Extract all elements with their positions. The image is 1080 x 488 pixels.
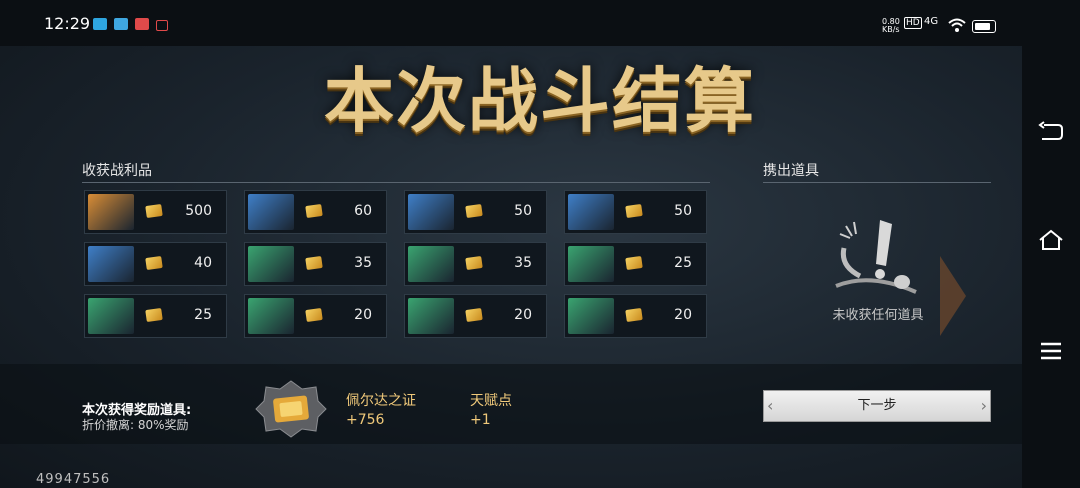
loot-item-icon — [568, 194, 614, 230]
loot-item-value: 25 — [194, 307, 212, 323]
network-type: 4G — [924, 16, 939, 27]
loot-item-value: 20 — [514, 307, 532, 323]
ticket-icon — [465, 307, 483, 323]
empty-items-text: 未收获任何道具 — [832, 308, 924, 323]
ticket-icon — [465, 255, 483, 271]
loot-item-value: 40 — [194, 255, 212, 271]
loot-item-value: 20 — [674, 307, 692, 323]
loot-item-icon — [248, 298, 294, 334]
next-button-label: 下一步 — [857, 398, 897, 413]
wifi-icon — [948, 18, 966, 32]
ticket-icon — [625, 203, 643, 219]
ticket-icon — [305, 203, 323, 219]
status-bar: 12:29 0.80 KB/s HD 4G — [0, 0, 1080, 46]
chevron-right-icon: › — [980, 396, 987, 415]
loot-item-value: 60 — [354, 203, 372, 219]
hd-badge: HD — [904, 17, 922, 29]
loot-item-icon — [88, 246, 134, 282]
ticket-icon — [145, 307, 163, 323]
decorative-arrow — [940, 256, 966, 336]
loot-item-value: 20 — [354, 307, 372, 323]
loot-item-value: 35 — [354, 255, 372, 271]
navigation-bar — [1022, 46, 1080, 488]
ticket-icon — [145, 255, 163, 271]
battery-icon — [972, 20, 996, 33]
loot-item[interactable]: 60 — [244, 190, 387, 234]
game-screen: 本次战斗结算 收获战利品 携出道具 500 60 50 50 40 35 35 25 25 20 2… — [0, 46, 1022, 488]
ticket-icon — [625, 307, 643, 323]
loot-item-icon — [568, 246, 614, 282]
reward-badge-icon — [255, 380, 327, 438]
record-icon — [156, 20, 168, 31]
menu-icon[interactable] — [1036, 338, 1066, 368]
ticket-icon — [625, 255, 643, 271]
loot-item[interactable]: 35 — [404, 242, 547, 286]
loot-item[interactable]: 35 — [244, 242, 387, 286]
loot-item-value: 500 — [185, 203, 212, 219]
loot-item-icon — [408, 298, 454, 334]
loot-item-icon — [408, 246, 454, 282]
loot-item[interactable]: 50 — [564, 190, 707, 234]
ticket-icon — [305, 255, 323, 271]
loot-item[interactable]: 500 — [84, 190, 227, 234]
loot-item-icon — [248, 246, 294, 282]
loot-item[interactable]: 25 — [84, 294, 227, 338]
reward-item1-value: +756 — [346, 412, 385, 428]
divider — [82, 182, 710, 183]
loot-item[interactable]: 25 — [564, 242, 707, 286]
loot-item[interactable]: 20 — [404, 294, 547, 338]
next-button[interactable]: ‹ 下一步 › — [763, 390, 991, 422]
ticket-icon — [305, 307, 323, 323]
discount-text: 折价撤离: 80%奖励 — [82, 418, 189, 432]
loot-item-icon — [568, 298, 614, 334]
app-icon — [114, 18, 128, 30]
divider — [763, 182, 991, 183]
player-id: 49947556 — [36, 472, 111, 487]
loot-item[interactable]: 20 — [564, 294, 707, 338]
loot-item-value: 50 — [674, 203, 692, 219]
status-time: 12:29 — [44, 14, 91, 33]
back-icon[interactable] — [1036, 120, 1066, 150]
loot-item[interactable]: 50 — [404, 190, 547, 234]
page-title: 本次战斗结算 — [324, 59, 756, 142]
ticket-icon — [465, 203, 483, 219]
loot-item[interactable]: 20 — [244, 294, 387, 338]
chevron-left-icon: ‹ — [767, 396, 774, 415]
loot-item[interactable]: 40 — [84, 242, 227, 286]
loot-item-value: 25 — [674, 255, 692, 271]
loot-item-value: 50 — [514, 203, 532, 219]
net-speed: 0.80 KB/s — [882, 17, 900, 34]
video-app-icon — [135, 18, 149, 30]
loot-section-title: 收获战利品 — [82, 163, 152, 179]
home-icon[interactable] — [1036, 228, 1066, 258]
carry-section-title: 携出道具 — [763, 163, 819, 179]
loot-item-value: 35 — [514, 255, 532, 271]
telegram-icon — [93, 18, 107, 30]
loot-item-icon — [408, 194, 454, 230]
reward-item1-name: 佩尔达之证 — [346, 393, 416, 409]
loot-item-icon — [88, 194, 134, 230]
reward-item2-name: 天赋点 — [470, 393, 512, 409]
ticket-icon — [145, 203, 163, 219]
reward-item2-value: +1 — [470, 412, 491, 428]
loot-item-icon — [88, 298, 134, 334]
empty-items-icon — [835, 220, 917, 294]
loot-item-icon — [248, 194, 294, 230]
